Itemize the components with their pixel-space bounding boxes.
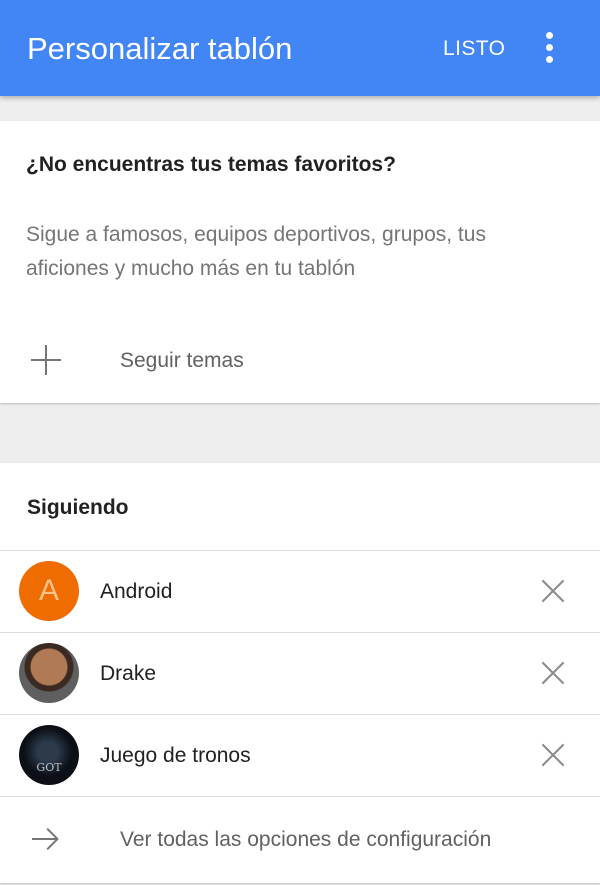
follow-topics-button[interactable] [0, 330, 600, 392]
page-title: Personalizar tablón [27, 31, 293, 66]
list-item-android[interactable]: A Android [0, 551, 600, 632]
following-title: Siguiendo [27, 496, 129, 519]
app-bar: Personalizar tablón LISTO [0, 0, 600, 96]
topic-label: Juego de tronos [100, 744, 251, 767]
avatar: A [19, 561, 79, 621]
topic-label: Drake [100, 662, 157, 685]
close-icon[interactable] [541, 579, 565, 603]
avatar: GOT [19, 725, 79, 785]
close-icon[interactable] [541, 743, 565, 767]
topic-label: Android [100, 580, 173, 603]
done-button[interactable]: LISTO [443, 36, 505, 62]
more-vert-icon[interactable] [540, 32, 560, 64]
settings-link-label: Ver todas las opciones de configuración [120, 828, 492, 851]
avatar [19, 643, 79, 703]
list-item-drake[interactable]: Drake [0, 633, 600, 714]
all-settings-link[interactable]: Ver todas las opciones de configuración [0, 797, 600, 883]
close-icon[interactable] [541, 661, 565, 685]
plus-icon [31, 345, 61, 375]
discover-description: Sigue a famosos, equipos deportivos, gru… [26, 223, 486, 280]
list-item-juego-de-tronos[interactable]: GOT Juego de tronos [0, 715, 600, 796]
discover-heading: ¿No encuentras tus temas favoritos? [26, 153, 396, 176]
arrow-right-icon [32, 825, 60, 853]
follow-topics-label: Seguir temas [120, 349, 244, 372]
